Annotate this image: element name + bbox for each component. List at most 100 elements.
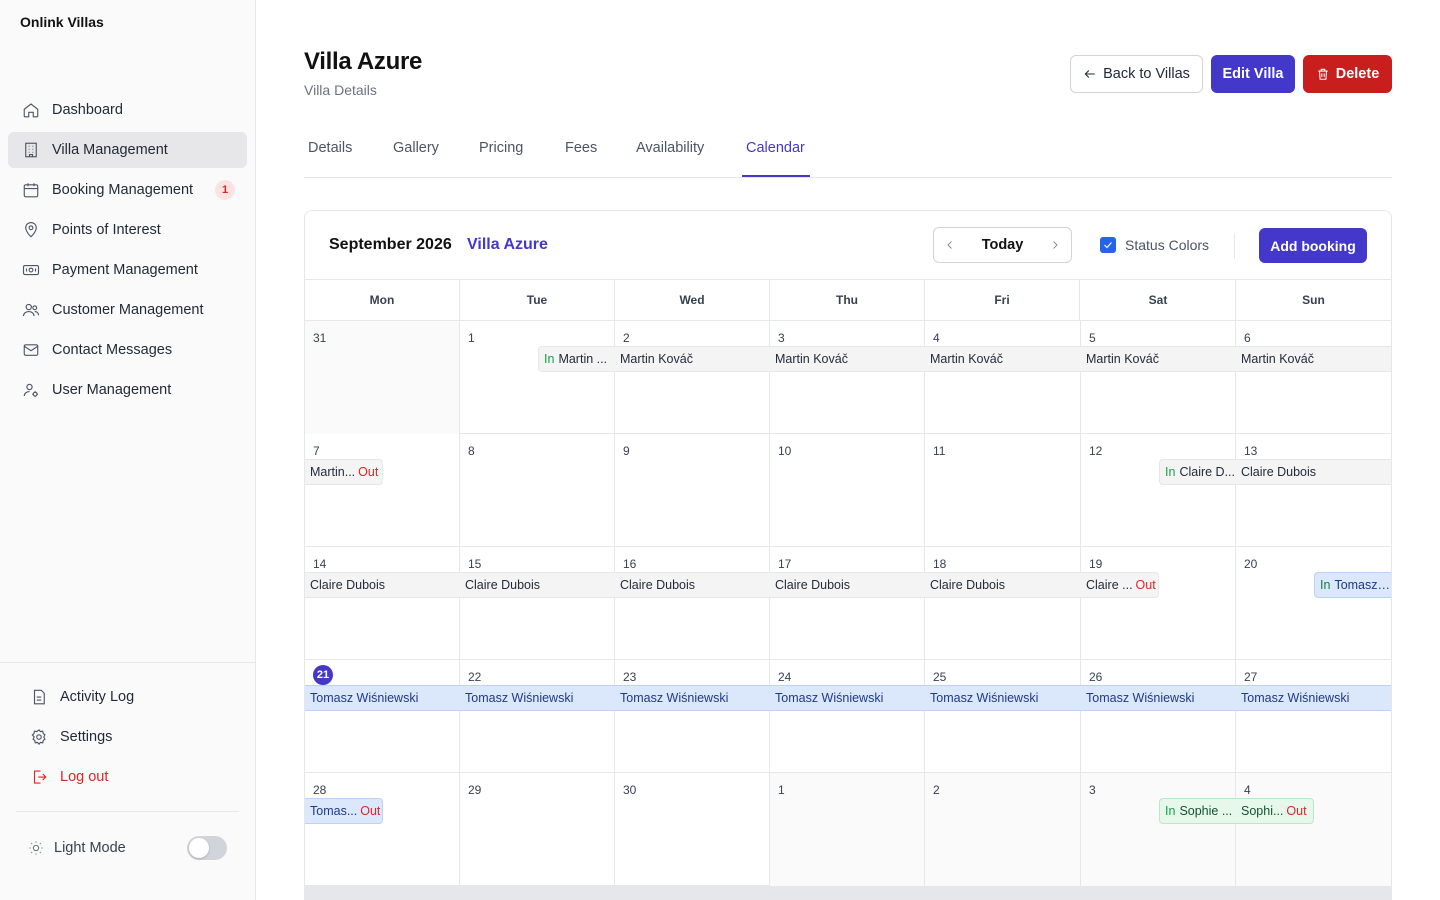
booking-event[interactable]: Claire Dubois [1236,459,1391,485]
main-nav: Dashboard Villa Management Booking Manag… [8,92,247,412]
day-cell[interactable]: 16 [615,547,770,660]
day-cell[interactable]: 3 [1081,773,1236,886]
day-cell[interactable]: 26 [1081,660,1236,773]
day-cell[interactable]: 2 [615,321,770,434]
booking-event[interactable]: Tomasz Wiśniewski [770,685,925,711]
booking-event[interactable]: Tomasz Wiśniewski [305,685,460,711]
edit-villa-button[interactable]: Edit Villa [1211,55,1295,93]
tab-calendar[interactable]: Calendar [746,140,805,156]
booking-event[interactable]: Tomasz Wiśniewski [925,685,1081,711]
booking-event[interactable]: Martin Kováč [1236,346,1391,372]
booking-event[interactable]: Tomasz Wiśniewski [1081,685,1236,711]
day-cell[interactable]: 22 [460,660,615,773]
day-cell[interactable]: 21 [305,660,460,773]
logout-button[interactable]: Log out [16,759,239,795]
day-cell[interactable]: 11 [925,434,1081,547]
booking-event[interactable]: Claire Dubois [305,572,460,598]
day-cell[interactable]: 13 [1236,434,1391,547]
day-cell[interactable]: 4 [925,321,1081,434]
day-number: 15 [468,557,482,571]
day-cell[interactable]: 25 [925,660,1081,773]
booking-event[interactable]: Claire ... Out [1081,572,1159,598]
sidebar-item-settings[interactable]: Settings [16,719,239,755]
booking-event[interactable]: In Martin ... [538,346,615,372]
day-cell[interactable]: 28 [305,773,460,886]
sidebar-item-activity-log[interactable]: Activity Log [16,679,239,715]
booking-event[interactable]: Martin Kováč [770,346,925,372]
day-cell[interactable]: 17 [770,547,925,660]
today-button[interactable]: Today [966,228,1039,262]
day-cell[interactable]: 1 [770,773,925,886]
day-cell[interactable]: 15 [460,547,615,660]
file-text-icon [30,688,48,706]
day-cell[interactable]: 18 [925,547,1081,660]
sidebar-item-customer-management[interactable]: Customer Management [8,292,247,328]
booking-event[interactable]: Martin Kováč [615,346,770,372]
day-number: 22 [468,670,482,684]
next-month-button[interactable] [1039,228,1071,262]
day-cell[interactable]: 7 [305,434,460,547]
day-number: 10 [778,444,792,458]
back-to-villas-button[interactable]: Back to Villas [1070,55,1203,93]
day-cell[interactable]: 3 [770,321,925,434]
tab-pricing[interactable]: Pricing [479,140,523,156]
sidebar-item-payment-management[interactable]: Payment Management [8,252,247,288]
day-cell[interactable]: 19 [1081,547,1236,660]
sidebar-item-user-management[interactable]: User Management [8,372,247,408]
day-cell[interactable]: 8 [460,434,615,547]
tab-details[interactable]: Details [308,140,352,156]
day-number: 24 [778,670,792,684]
booking-event[interactable]: Martin Kováč [1081,346,1236,372]
day-number: 25 [933,670,947,684]
day-cell[interactable]: 9 [615,434,770,547]
day-cell[interactable]: 12 [1081,434,1236,547]
booking-event[interactable]: Claire Dubois [460,572,615,598]
status-colors-toggle[interactable]: Status Colors [1100,237,1209,253]
booking-event[interactable]: Tomasz Wiśniewski [615,685,770,711]
booking-event[interactable]: Claire Dubois [770,572,925,598]
sidebar-item-booking-management[interactable]: Booking Management 1 [8,172,247,208]
booking-guest: Sophi... [1241,804,1284,818]
booking-event[interactable]: In Claire D... [1159,459,1236,485]
day-cell[interactable]: 20 [1236,547,1391,660]
day-cell[interactable]: 29 [460,773,615,886]
day-cell[interactable]: 4 [1236,773,1391,886]
booking-event[interactable]: Tomas... Out [305,798,383,824]
prev-month-button[interactable] [934,228,966,262]
day-cell[interactable]: 27 [1236,660,1391,773]
brand-name[interactable]: Onlink Villas [20,14,104,30]
booking-event[interactable]: Claire Dubois [615,572,770,598]
day-cell[interactable]: 30 [615,773,770,886]
day-cell[interactable]: 31 [305,321,460,434]
booking-event[interactable]: Martin Kováč [925,346,1081,372]
delete-villa-button[interactable]: Delete [1303,55,1392,93]
tab-availability[interactable]: Availability [636,140,704,156]
day-cell[interactable]: 24 [770,660,925,773]
sidebar-item-points-of-interest[interactable]: Points of Interest [8,212,247,248]
day-cell[interactable]: 6 [1236,321,1391,434]
booking-event[interactable]: Martin... Out [305,459,383,485]
tab-fees[interactable]: Fees [565,140,597,156]
status-colors-checkbox[interactable] [1100,237,1116,253]
day-cell[interactable]: 10 [770,434,925,547]
day-cell[interactable]: 14 [305,547,460,660]
sidebar-item-dashboard[interactable]: Dashboard [8,92,247,128]
day-cell[interactable]: 2 [925,773,1081,886]
day-cell[interactable]: 1 [460,321,615,434]
booking-event[interactable]: Sophi... Out [1236,798,1314,824]
horizontal-scrollbar[interactable] [305,886,1391,900]
tab-gallery[interactable]: Gallery [393,140,439,156]
sidebar-item-villa-management[interactable]: Villa Management [8,132,247,168]
booking-event[interactable]: Claire Dubois [925,572,1081,598]
booking-event[interactable]: In Sophie ... [1159,798,1236,824]
day-cell[interactable]: 5 [1081,321,1236,434]
theme-mode-row: Light Mode [16,833,239,863]
sidebar-item-contact-messages[interactable]: Contact Messages [8,332,247,368]
day-number: 26 [1089,670,1103,684]
add-booking-button[interactable]: Add booking [1259,228,1367,263]
booking-event[interactable]: Tomasz Wiśniewski [460,685,615,711]
theme-toggle[interactable] [187,836,227,860]
booking-event[interactable]: In Tomasz ... [1314,572,1391,598]
day-cell[interactable]: 23 [615,660,770,773]
booking-event[interactable]: Tomasz Wiśniewski [1236,685,1391,711]
